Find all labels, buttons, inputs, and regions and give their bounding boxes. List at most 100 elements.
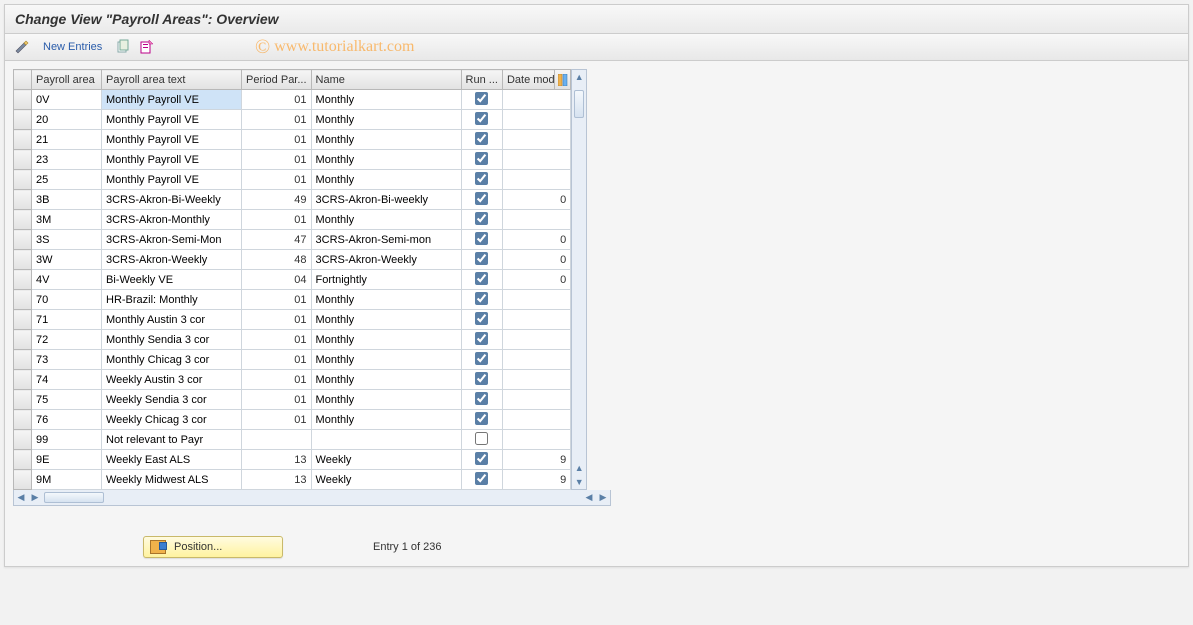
vscroll-track[interactable] <box>572 84 586 461</box>
cell-date[interactable]: 0 <box>502 230 570 250</box>
scroll-row-down-icon[interactable]: ▼ <box>572 475 586 489</box>
vertical-scrollbar[interactable]: ▲ ▲ ▼ <box>571 69 587 490</box>
cell-text[interactable]: Weekly Sendia 3 cor <box>102 390 242 410</box>
scroll-right2-icon[interactable]: ▶ <box>596 491 610 505</box>
col-name[interactable]: Name <box>311 70 461 90</box>
cell-period[interactable]: 01 <box>242 150 312 170</box>
cell-name[interactable]: Fortnightly <box>311 270 461 290</box>
row-selector[interactable] <box>14 350 32 370</box>
cell-area[interactable]: 3B <box>32 190 102 210</box>
run-checkbox[interactable] <box>475 172 488 185</box>
run-checkbox[interactable] <box>475 232 488 245</box>
cell-name[interactable]: Monthly <box>311 210 461 230</box>
cell-area[interactable]: 20 <box>32 110 102 130</box>
cell-area[interactable]: 3W <box>32 250 102 270</box>
cell-text[interactable]: Monthly Payroll VE <box>102 110 242 130</box>
cell-period[interactable]: 01 <box>242 290 312 310</box>
row-selector[interactable] <box>14 310 32 330</box>
row-selector[interactable] <box>14 190 32 210</box>
table-settings-icon[interactable] <box>554 70 570 90</box>
cell-period[interactable]: 01 <box>242 330 312 350</box>
cell-date[interactable] <box>502 90 570 110</box>
hscroll-track[interactable] <box>44 490 223 505</box>
scroll-left-icon[interactable]: ◀ <box>14 491 28 505</box>
cell-date[interactable]: 0 <box>502 270 570 290</box>
cell-area[interactable]: 9M <box>32 470 102 490</box>
row-selector[interactable] <box>14 250 32 270</box>
run-checkbox[interactable] <box>475 112 488 125</box>
cell-date[interactable] <box>502 370 570 390</box>
cell-period[interactable]: 49 <box>242 190 312 210</box>
run-checkbox[interactable] <box>475 412 488 425</box>
cell-run[interactable] <box>461 150 502 170</box>
cell-run[interactable] <box>461 410 502 430</box>
cell-date[interactable] <box>502 430 570 450</box>
col-run[interactable]: Run ... <box>461 70 502 90</box>
cell-period[interactable]: 13 <box>242 470 312 490</box>
cell-area[interactable]: 3M <box>32 210 102 230</box>
cell-area[interactable]: 99 <box>32 430 102 450</box>
cell-text[interactable]: Monthly Payroll VE <box>102 130 242 150</box>
cell-area[interactable]: 4V <box>32 270 102 290</box>
cell-name[interactable]: Monthly <box>311 130 461 150</box>
cell-run[interactable] <box>461 130 502 150</box>
run-checkbox[interactable] <box>475 352 488 365</box>
scroll-left2-icon[interactable]: ◀ <box>582 491 596 505</box>
cell-name[interactable]: Monthly <box>311 150 461 170</box>
cell-area[interactable]: 74 <box>32 370 102 390</box>
row-selector[interactable] <box>14 130 32 150</box>
cell-run[interactable] <box>461 310 502 330</box>
cell-name[interactable] <box>311 430 461 450</box>
cell-date[interactable] <box>502 390 570 410</box>
run-checkbox[interactable] <box>475 252 488 265</box>
cell-area[interactable]: 9E <box>32 450 102 470</box>
scroll-row-up-icon[interactable]: ▲ <box>572 461 586 475</box>
cell-name[interactable]: Monthly <box>311 350 461 370</box>
cell-period[interactable]: 48 <box>242 250 312 270</box>
cell-period[interactable] <box>242 430 312 450</box>
cell-name[interactable]: 3CRS-Akron-Weekly <box>311 250 461 270</box>
run-checkbox[interactable] <box>475 272 488 285</box>
cell-period[interactable]: 01 <box>242 370 312 390</box>
cell-date[interactable] <box>502 410 570 430</box>
col-period[interactable]: Period Par... <box>242 70 312 90</box>
cell-text[interactable]: HR-Brazil: Monthly <box>102 290 242 310</box>
col-payroll-text[interactable]: Payroll area text <box>102 70 242 90</box>
row-selector[interactable] <box>14 290 32 310</box>
run-checkbox[interactable] <box>475 472 488 485</box>
cell-name[interactable]: Weekly <box>311 450 461 470</box>
cell-area[interactable]: 72 <box>32 330 102 350</box>
row-selector[interactable] <box>14 370 32 390</box>
cell-date[interactable] <box>502 310 570 330</box>
cell-text[interactable]: Monthly Payroll VE <box>102 170 242 190</box>
cell-text[interactable]: Monthly Payroll VE <box>102 150 242 170</box>
cell-area[interactable]: 70 <box>32 290 102 310</box>
col-select[interactable] <box>14 70 32 90</box>
cell-name[interactable]: Monthly <box>311 290 461 310</box>
cell-date[interactable] <box>502 210 570 230</box>
position-button[interactable]: Position... <box>143 536 283 558</box>
cell-run[interactable] <box>461 170 502 190</box>
cell-run[interactable] <box>461 210 502 230</box>
cell-text[interactable]: Monthly Payroll VE <box>102 90 242 110</box>
cell-date[interactable] <box>502 110 570 130</box>
cell-date[interactable]: 0 <box>502 250 570 270</box>
cell-date[interactable] <box>502 350 570 370</box>
cell-date[interactable]: 0 <box>502 190 570 210</box>
cell-text[interactable]: 3CRS-Akron-Monthly <box>102 210 242 230</box>
cell-text[interactable]: 3CRS-Akron-Semi-Mon <box>102 230 242 250</box>
cell-text[interactable]: Weekly Chicag 3 cor <box>102 410 242 430</box>
cell-period[interactable]: 01 <box>242 310 312 330</box>
cell-name[interactable]: Monthly <box>311 110 461 130</box>
cell-date[interactable] <box>502 290 570 310</box>
row-selector[interactable] <box>14 270 32 290</box>
cell-name[interactable]: 3CRS-Akron-Bi-weekly <box>311 190 461 210</box>
cell-run[interactable] <box>461 330 502 350</box>
cell-date[interactable] <box>502 330 570 350</box>
cell-area[interactable]: 0V <box>32 90 102 110</box>
cell-period[interactable]: 01 <box>242 210 312 230</box>
cell-run[interactable] <box>461 230 502 250</box>
cell-text[interactable]: 3CRS-Akron-Weekly <box>102 250 242 270</box>
run-checkbox[interactable] <box>475 152 488 165</box>
cell-name[interactable]: 3CRS-Akron-Semi-mon <box>311 230 461 250</box>
